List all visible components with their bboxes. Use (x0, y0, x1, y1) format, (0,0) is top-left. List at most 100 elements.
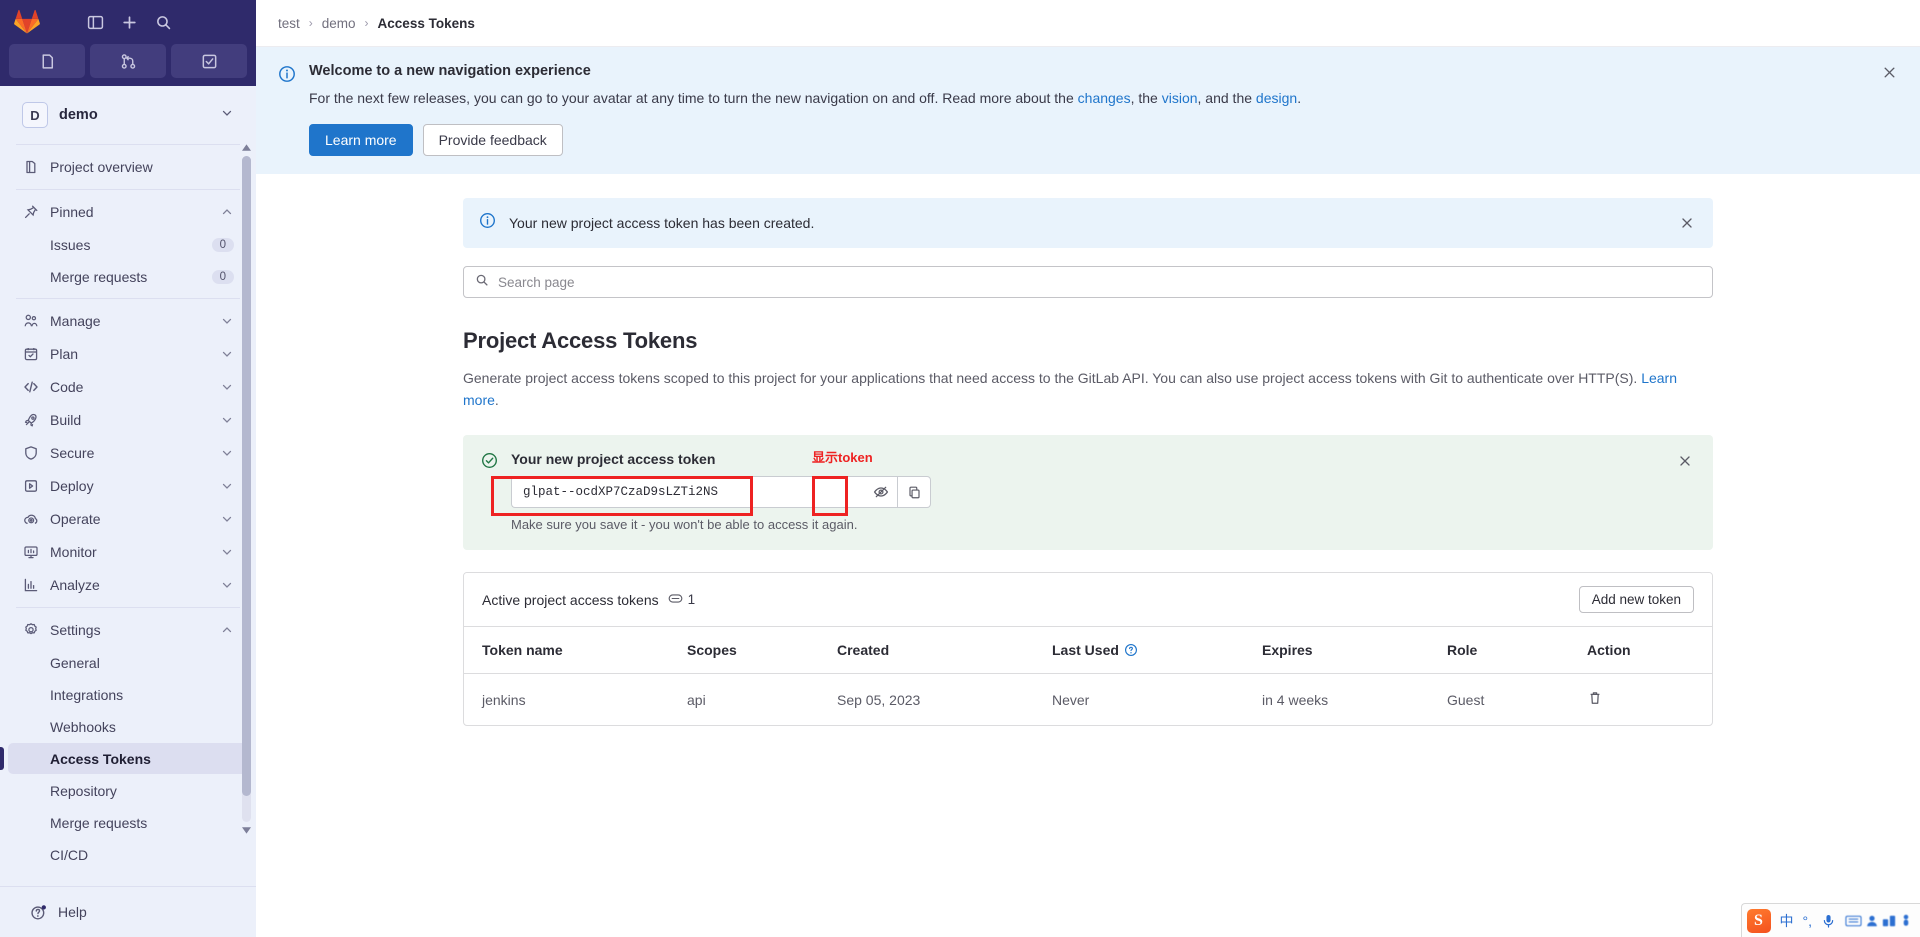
microphone-icon[interactable] (1821, 913, 1836, 929)
issues-tab-icon[interactable] (9, 44, 85, 78)
sidebar-item-project-overview[interactable]: Project overview (8, 151, 248, 183)
banner-link-changes[interactable]: changes (1078, 90, 1131, 106)
breadcrumb-separator-icon: › (364, 16, 369, 30)
banner-link-vision[interactable]: vision (1162, 90, 1198, 106)
rocket-icon (22, 412, 39, 429)
chevron-down-icon (220, 512, 234, 526)
sidebar-item-label: Merge requests (50, 814, 148, 831)
ime-toolbar[interactable]: S 中 °, (1740, 903, 1920, 937)
token-count-icon (668, 592, 683, 608)
eye-slash-icon[interactable] (865, 476, 898, 509)
scroll-up-arrow-icon[interactable] (241, 142, 252, 154)
sidebar-item-code[interactable]: Code (8, 371, 248, 403)
sidebar-item-build[interactable]: Build (8, 404, 248, 436)
sidebar-scrollbar[interactable] (241, 142, 252, 836)
sidebar-help-label: Help (58, 904, 87, 920)
column-token-name: Token name (464, 627, 669, 675)
sidebar-item-monitor[interactable]: Monitor (8, 536, 248, 568)
chevron-down-icon (220, 380, 234, 394)
chevron-up-icon (220, 623, 234, 637)
breadcrumb-current: Access Tokens (377, 15, 475, 31)
token-value-field[interactable]: glpat--ocdXP7CzaD9sLZTi2NS (511, 476, 865, 509)
sidebar-item-help[interactable]: Help (16, 896, 240, 928)
add-new-token-button[interactable]: Add new token (1578, 586, 1694, 614)
new-token-alert: Your new project access token glpat--ocd… (463, 435, 1713, 551)
users-icon (22, 313, 39, 330)
token-count-value: 1 (687, 592, 696, 608)
token-count: 1 (668, 592, 696, 608)
sidebar-item-label: Code (50, 379, 84, 395)
search-page-box[interactable] (463, 266, 1713, 298)
sidebar-item-settings[interactable]: Settings (8, 614, 248, 646)
ime-punctuation-toggle[interactable]: °, (1803, 913, 1813, 929)
gear-icon (22, 622, 39, 639)
sidebar-item-label: Operate (50, 511, 101, 527)
sidebar-item-label: Secure (50, 445, 95, 461)
sidebar-item-manage[interactable]: Manage (8, 305, 248, 337)
ime-extra-icons[interactable] (1845, 913, 1913, 928)
sidebar-item-label: Access Tokens (50, 750, 151, 767)
provide-feedback-button[interactable]: Provide feedback (422, 124, 563, 156)
project-avatar: D (22, 102, 48, 128)
sidebar-project-switcher[interactable]: D demo (8, 92, 248, 138)
search-input[interactable] (498, 274, 1701, 290)
close-icon[interactable] (1675, 451, 1695, 471)
close-icon[interactable] (1677, 213, 1697, 233)
close-icon[interactable] (1878, 61, 1900, 83)
question-circle-icon[interactable] (1124, 643, 1138, 657)
breadcrumb-item-demo[interactable]: demo (322, 16, 356, 31)
chevron-down-icon (220, 545, 234, 559)
sidebar-item-secure[interactable]: Secure (8, 437, 248, 469)
sidebar-item-deploy[interactable]: Deploy (8, 470, 248, 502)
content-scroll: Your new project access token has been c… (256, 174, 1920, 937)
sogou-logo-icon[interactable]: S (1746, 908, 1771, 933)
sidebar-item-repository[interactable]: Repository (8, 775, 248, 806)
page-description-text: Generate project access tokens scoped to… (463, 370, 1642, 386)
scrollbar-thumb[interactable] (242, 156, 251, 796)
sidebar-item-label: Plan (50, 346, 79, 362)
active-tokens-card: Active project access tokens 1 Add new t… (463, 572, 1713, 727)
banner-link-design[interactable]: design (1256, 90, 1297, 106)
sidebar-item-merge-requests-settings[interactable]: Merge requests (8, 807, 248, 838)
chevron-down-icon (220, 446, 234, 460)
sidebar-item-webhooks[interactable]: Webhooks (8, 711, 248, 742)
copy-icon[interactable] (898, 476, 931, 509)
sidebar-item-issues[interactable]: Issues 0 (8, 229, 248, 260)
cell-last-used: Never (1052, 691, 1090, 708)
sidebar-toggle-icon[interactable] (80, 7, 110, 37)
sidebar-item-pinned[interactable]: Pinned (8, 196, 248, 228)
sidebar-item-label: Settings (50, 622, 101, 638)
sidebar-item-label: Monitor (50, 544, 97, 560)
sidebar-item-analyze[interactable]: Analyze (8, 569, 248, 601)
sidebar-item-label: Merge requests (50, 268, 148, 285)
trash-icon[interactable] (1587, 690, 1603, 706)
sidebar-item-access-tokens[interactable]: Access Tokens (0, 743, 248, 774)
sidebar-item-label: Issues (50, 236, 91, 253)
card-header: Active project access tokens 1 Add new t… (464, 573, 1712, 628)
sidebar-item-cicd[interactable]: CI/CD (8, 839, 248, 870)
token-action-buttons (865, 476, 931, 509)
sidebar-item-integrations[interactable]: Integrations (8, 679, 248, 710)
sidebar-item-general[interactable]: General (8, 647, 248, 678)
cloud-gear-icon (22, 511, 39, 528)
sidebar-item-operate[interactable]: Operate (8, 503, 248, 535)
chevron-down-icon (220, 106, 234, 125)
token-alert-body: Your new project access token glpat--ocd… (511, 451, 1695, 532)
scroll-down-arrow-icon[interactable] (241, 824, 252, 836)
merge-requests-tab-icon[interactable] (90, 44, 166, 78)
pin-icon (22, 204, 39, 221)
plus-icon[interactable] (114, 7, 144, 37)
alert-text: Your new project access token has been c… (509, 215, 815, 231)
ime-language-toggle[interactable]: 中 (1780, 911, 1794, 931)
sidebar-item-merge-requests-pinned[interactable]: Merge requests 0 (8, 261, 248, 292)
breadcrumb-separator-icon: › (308, 16, 313, 30)
todos-tab-icon[interactable] (171, 44, 247, 78)
project-name: demo (59, 107, 98, 123)
chevron-down-icon (220, 578, 234, 592)
search-icon[interactable] (148, 7, 178, 37)
column-scopes: Scopes (669, 627, 819, 675)
sidebar-divider (16, 607, 240, 608)
learn-more-button[interactable]: Learn more (309, 124, 413, 156)
breadcrumb-item-test[interactable]: test (278, 16, 300, 31)
sidebar-item-plan[interactable]: Plan (8, 338, 248, 370)
